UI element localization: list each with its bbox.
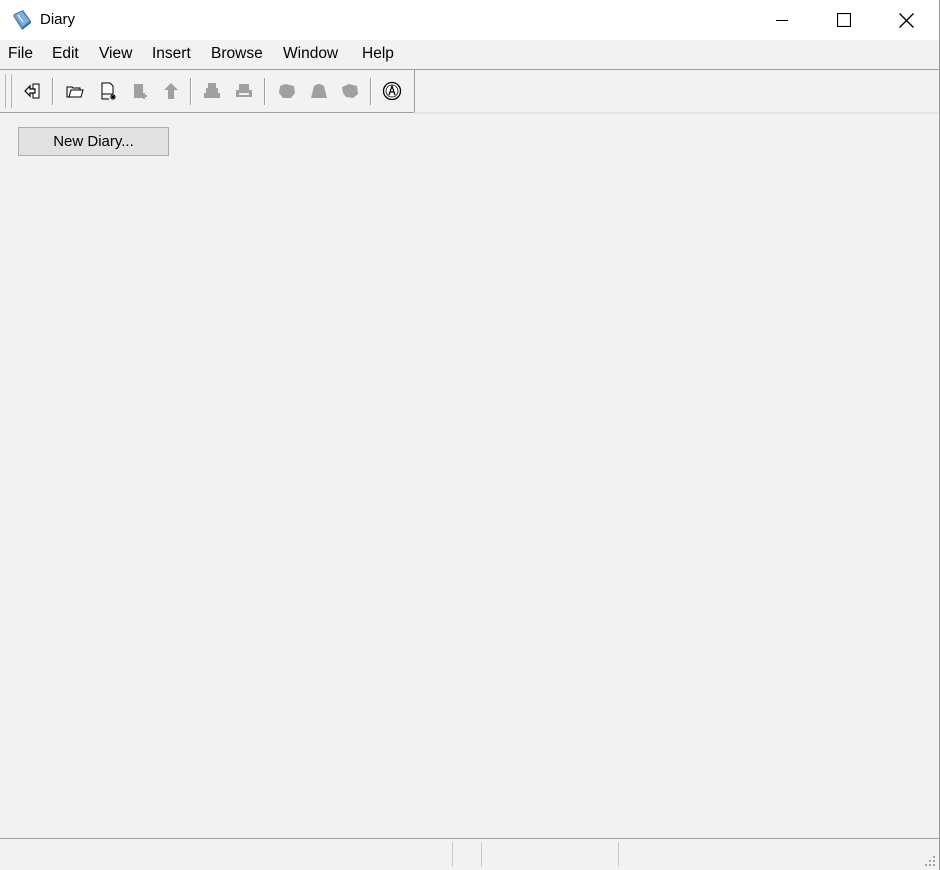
open-folder-icon [66,86,84,98]
find-previous-button [337,78,363,104]
toolbar-separator [190,78,192,105]
minimize-icon [776,20,788,21]
print-icon [236,84,252,97]
about-icon [382,81,402,101]
status-pane [618,842,619,867]
up-level-button [158,78,184,104]
new-diary-button[interactable]: New Diary... [18,127,169,156]
minimize-button[interactable] [751,0,813,40]
menu-bar: File Edit View Insert Browse Window Help [0,40,939,70]
exit-arrow-icon [24,83,40,99]
menu-insert[interactable]: Insert [152,45,191,63]
find-previous-icon [342,84,358,98]
close-button[interactable] [875,0,937,40]
status-pane [452,842,482,867]
print-button [231,78,257,104]
exit-button[interactable] [19,78,45,104]
menu-view[interactable]: View [99,45,132,63]
diary-book-icon [13,10,31,30]
title-bar[interactable]: Diary [0,0,939,40]
resize-grip-icon[interactable] [924,855,936,867]
add-page-button [127,78,153,104]
toolbar-separator [370,78,372,105]
menu-window[interactable]: Window [283,45,338,63]
toolbar-separator [264,78,266,105]
maximize-icon [837,13,851,27]
menu-edit[interactable]: Edit [52,45,79,63]
window-title: Diary [40,11,76,28]
about-button[interactable] [379,78,405,104]
toolbar-separator [52,78,54,105]
new-document-button[interactable] [95,78,121,104]
stack-icon [204,83,220,98]
menu-file[interactable]: File [8,45,33,63]
add-page-icon [134,84,147,99]
app-window: Diary File Edit View Insert Browse Windo… [0,0,940,870]
stack-button [199,78,225,104]
new-document-icon [101,82,116,100]
close-icon [898,12,914,28]
find-next-icon [311,84,327,98]
toolbar-grip[interactable] [5,74,12,108]
open-button[interactable] [62,78,88,104]
menu-help[interactable]: Help [362,45,394,63]
find-next-button [306,78,332,104]
toolbar-band [414,112,939,114]
toolbar [0,70,415,113]
menu-browse[interactable]: Browse [211,45,263,63]
status-bar [0,838,939,870]
up-level-icon [164,83,178,99]
find-button [274,78,300,104]
find-icon [279,84,295,98]
maximize-button[interactable] [813,0,875,40]
